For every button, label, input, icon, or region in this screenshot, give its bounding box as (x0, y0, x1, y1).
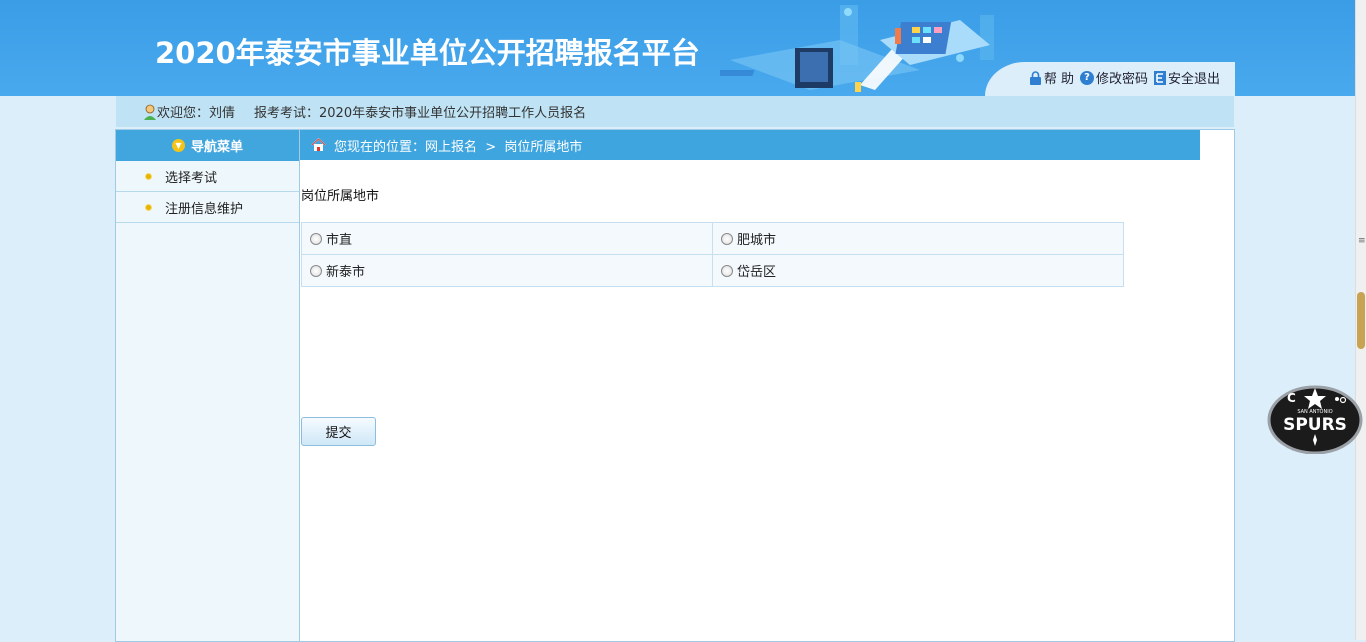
page-header: 2020年泰安市事业单位公开招聘报名平台 帮 助 ? 修改密码 安全退出 (0, 0, 1356, 96)
submit-button[interactable]: 提交 (301, 417, 376, 446)
radio-button[interactable] (310, 264, 322, 277)
change-password-link[interactable]: ? 修改密码 (1079, 68, 1148, 87)
logout-link[interactable]: 安全退出 (1153, 68, 1220, 87)
bullet-icon (146, 204, 151, 210)
radio-label: 新泰市 (326, 265, 366, 280)
svg-text:C: C (1287, 391, 1296, 405)
radio-label: 肥城市 (737, 233, 777, 248)
radio-label: 市直 (326, 233, 353, 248)
main-frame: ▼ 导航菜单 选择考试 注册信息维护 您现在的位置：网上报名 > 岗位所属地市 … (115, 129, 1235, 642)
top-links: 帮 助 ? 修改密码 安全退出 (1029, 68, 1220, 87)
table-cell: 市直 (301, 222, 713, 255)
table-row: 市直 肥城市 (301, 222, 1124, 255)
logo-text: SPURS (1283, 415, 1347, 435)
scrollbar-thumb[interactable] (1357, 292, 1365, 349)
radio-button[interactable] (310, 232, 322, 245)
sidebar-item-registration-info[interactable]: 注册信息维护 (116, 192, 299, 223)
change-password-label: 修改密码 (1095, 72, 1148, 87)
welcome-greeting: 欢迎您：刘倩 (157, 106, 236, 121)
spurs-logo: C SAN ANTONIO SPURS (1267, 385, 1363, 454)
city-options-table: 市直 肥城市 新泰市 岱岳区 (301, 222, 1124, 287)
welcome-bar: 欢迎您：刘倩 报考考试：2020年泰安市事业单位公开招聘工作人员报名 (116, 96, 1234, 127)
breadcrumb-text: 您现在的位置：网上报名 > 岗位所属地市 (334, 139, 583, 155)
breadcrumb: 您现在的位置：网上报名 > 岗位所属地市 (300, 130, 1200, 160)
question-icon: ? (1079, 70, 1094, 85)
sidebar-item-label: 注册信息维护 (165, 201, 244, 217)
table-cell: 肥城市 (712, 222, 1124, 255)
radio-button[interactable] (721, 264, 733, 277)
help-link[interactable]: 帮 助 (1029, 68, 1074, 87)
radio-option-feicheng[interactable]: 肥城市 (721, 229, 1123, 248)
nav-menu-header: ▼ 导航菜单 (116, 130, 299, 161)
exit-icon (1153, 70, 1166, 85)
bullet-icon (146, 173, 151, 179)
help-link-label: 帮 助 (1043, 72, 1074, 87)
content-area: 您现在的位置：网上报名 > 岗位所属地市 岗位所属地市 市直 肥城市 新泰市 岱… (300, 130, 1234, 641)
site-title: 2020年泰安市事业单位公开招聘报名平台 (155, 36, 700, 70)
nav-menu-title: 导航菜单 (190, 140, 243, 155)
radio-option-shizhi[interactable]: 市直 (310, 229, 712, 248)
radio-label: 岱岳区 (737, 265, 777, 280)
section-title: 岗位所属地市 (301, 189, 380, 204)
radio-option-xintai[interactable]: 新泰市 (310, 261, 712, 280)
chevron-down-icon: ▼ (171, 139, 185, 152)
scrollbar-grip-icon: ≡ (1358, 236, 1366, 246)
user-icon (144, 104, 156, 120)
table-cell: 岱岳区 (712, 254, 1124, 287)
sidebar-item-select-exam[interactable]: 选择考试 (116, 161, 299, 192)
sidebar: ▼ 导航菜单 选择考试 注册信息维护 (116, 130, 300, 641)
table-cell: 新泰市 (301, 254, 713, 287)
radio-option-daiyue[interactable]: 岱岳区 (721, 261, 1123, 280)
logout-label: 安全退出 (1167, 72, 1220, 87)
lock-icon (1029, 70, 1041, 85)
sidebar-item-label: 选择考试 (165, 170, 218, 186)
radio-button[interactable] (721, 232, 733, 245)
vertical-scrollbar[interactable]: ≡ (1355, 0, 1366, 640)
home-icon (311, 138, 326, 151)
table-row: 新泰市 岱岳区 (301, 254, 1124, 287)
current-exam: 报考考试：2020年泰安市事业单位公开招聘工作人员报名 (254, 106, 587, 121)
